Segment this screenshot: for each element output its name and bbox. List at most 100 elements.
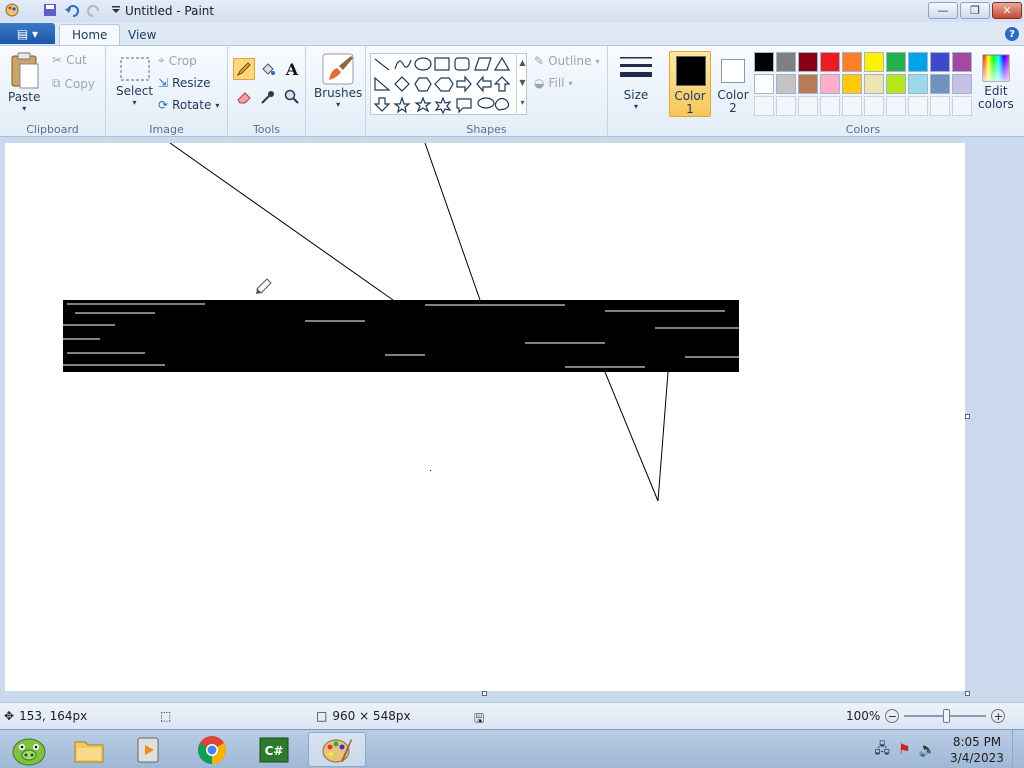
fill-dropdown-icon: ▾: [568, 78, 573, 88]
network-icon[interactable]: 🖧: [874, 738, 890, 762]
outline-button[interactable]: ✎ Outline ▾: [534, 54, 600, 68]
color-picker-tool[interactable]: [257, 86, 279, 108]
palette-custom-slot[interactable]: [952, 96, 972, 116]
minimize-button[interactable]: —: [928, 2, 958, 19]
zoom-out-button[interactable]: −: [885, 709, 900, 723]
palette-swatch[interactable]: [842, 52, 862, 72]
start-button[interactable]: [5, 732, 53, 767]
palette-swatch[interactable]: [864, 52, 884, 72]
palette-swatch[interactable]: [930, 74, 950, 94]
palette-custom-slot[interactable]: [798, 96, 818, 116]
resize-icon: ⇲: [158, 76, 169, 90]
cursor-position: ✥ 153, 164px: [4, 709, 87, 723]
color2-button[interactable]: Color 2: [712, 51, 754, 117]
paint-menu-button[interactable]: ▤ ▾: [0, 23, 55, 44]
brushes-group: Brushes ▾: [306, 46, 366, 138]
shapes-gallery-icons[interactable]: [371, 54, 528, 116]
fill-tool[interactable]: [257, 58, 279, 80]
palette-swatch[interactable]: [952, 52, 972, 72]
palette-swatch[interactable]: [776, 74, 796, 94]
resize-button[interactable]: ⇲ Resize: [158, 76, 211, 90]
cut-button[interactable]: ✂ Cut: [52, 53, 87, 67]
action-center-icon[interactable]: ⚑: [898, 742, 911, 758]
select-button[interactable]: Select ▾: [116, 56, 153, 107]
palette-swatch[interactable]: [930, 52, 950, 72]
zoom-slider[interactable]: [904, 709, 987, 723]
outline-label: Outline: [548, 54, 592, 68]
restore-icon: ❐: [970, 4, 980, 17]
brushes-button[interactable]: Brushes ▾: [314, 52, 362, 109]
customize-qat-icon[interactable]: [108, 2, 124, 18]
palette-custom-slot[interactable]: [776, 96, 796, 116]
palette-swatch[interactable]: [820, 52, 840, 72]
taskbar-csharp-app[interactable]: C#: [250, 732, 298, 767]
palette-swatch[interactable]: [908, 74, 928, 94]
palette-custom-slot[interactable]: [908, 96, 928, 116]
palette-swatch[interactable]: [798, 52, 818, 72]
text-tool[interactable]: A: [281, 58, 303, 80]
rotate-icon: ⟳: [158, 98, 169, 112]
help-icon[interactable]: ?: [1005, 27, 1019, 41]
drawing-canvas[interactable]: [5, 142, 965, 691]
magnifier-tool[interactable]: [281, 86, 303, 108]
palette-swatch[interactable]: [886, 52, 906, 72]
palette-swatch[interactable]: [864, 74, 884, 94]
palette-swatch[interactable]: [842, 74, 862, 94]
paste-button[interactable]: Paste ▾: [8, 52, 40, 113]
resize-handle-corner[interactable]: [965, 691, 970, 696]
palette-swatch[interactable]: [952, 74, 972, 94]
undo-icon[interactable]: [64, 2, 80, 18]
volume-icon[interactable]: 🔊: [919, 742, 936, 758]
save-icon[interactable]: [42, 2, 58, 18]
taskbar-chrome[interactable]: [188, 732, 236, 767]
edit-colors-button[interactable]: Edit colors: [978, 54, 1014, 111]
zoom-in-button[interactable]: +: [991, 709, 1006, 723]
palette-custom-slot[interactable]: [886, 96, 906, 116]
color2-label-line2: 2: [729, 101, 737, 115]
palette-custom-slot[interactable]: [842, 96, 862, 116]
color1-button[interactable]: Color 1: [669, 51, 711, 117]
cut-label: Cut: [66, 53, 87, 67]
palette-swatch[interactable]: [754, 74, 774, 94]
crop-button[interactable]: ⌖ Crop: [158, 53, 197, 68]
taskbar-paint[interactable]: [308, 732, 366, 767]
folder-icon: [74, 741, 104, 762]
restore-button[interactable]: ❐: [960, 2, 990, 19]
palette-custom-slot[interactable]: [930, 96, 950, 116]
palette-swatch[interactable]: [754, 52, 774, 72]
taskbar-file-explorer[interactable]: [65, 732, 113, 767]
palette-custom-slot[interactable]: [754, 96, 774, 116]
pencil-tool[interactable]: [233, 58, 255, 80]
system-tray: 🖧 ⚑ 🔊 8:05 PM 3/4/2023: [874, 730, 1024, 768]
palette-swatch[interactable]: [776, 52, 796, 72]
copy-button[interactable]: ⧉ Copy: [52, 76, 95, 91]
ribbon-tab-row: ▤ ▾ Home View ?: [0, 22, 1024, 45]
redo-icon[interactable]: [86, 2, 102, 18]
resize-handle-right[interactable]: [965, 414, 970, 419]
taskbar-media-player[interactable]: [125, 732, 173, 767]
shapes-gallery-scroll[interactable]: ▲ ▼ ▾: [516, 53, 528, 115]
palette-custom-slot[interactable]: [864, 96, 884, 116]
clock[interactable]: 8:05 PM 3/4/2023: [942, 734, 1012, 766]
palette-swatch[interactable]: [886, 74, 906, 94]
paint-app-icon[interactable]: [4, 2, 20, 18]
fill-button[interactable]: ◒ Fill ▾: [534, 76, 573, 90]
zoom-slider-thumb[interactable]: [943, 709, 951, 723]
palette-swatch[interactable]: [798, 74, 818, 94]
show-desktop-button[interactable]: [1012, 730, 1024, 768]
brushes-label: Brushes: [314, 86, 363, 100]
media-player-icon: [137, 737, 159, 762]
size-button[interactable]: Size ▾: [620, 54, 652, 111]
eraser-tool[interactable]: [233, 86, 255, 108]
palette-custom-slot[interactable]: [820, 96, 840, 116]
tab-home[interactable]: Home: [59, 24, 121, 45]
close-button[interactable]: ✕: [992, 2, 1022, 19]
palette-swatch[interactable]: [908, 52, 928, 72]
resize-handle-bottom[interactable]: [482, 691, 487, 696]
palette-swatch[interactable]: [820, 74, 840, 94]
rotate-button[interactable]: ⟳ Rotate ▾: [158, 98, 219, 112]
tools-group-label: Tools: [252, 123, 281, 136]
canvas-size: □ 960 × 548px: [316, 709, 411, 723]
fill-icon: ◒: [534, 76, 545, 90]
tab-view[interactable]: View: [116, 24, 168, 45]
